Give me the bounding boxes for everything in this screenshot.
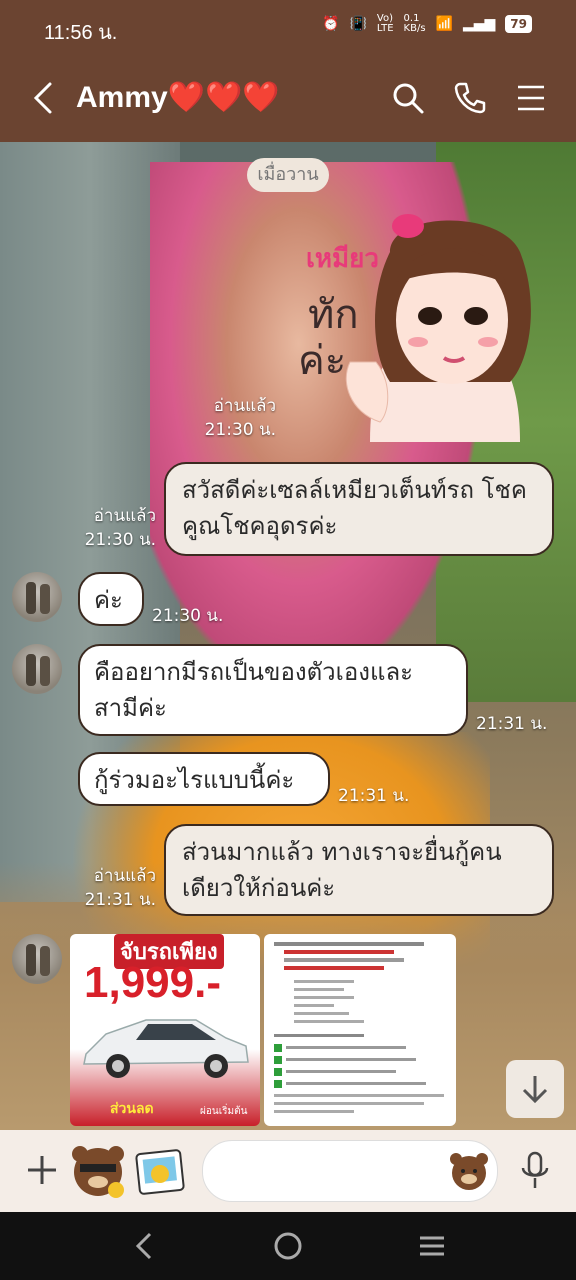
- message-meta: อ่านแล้ว 21:30 น.: [76, 504, 156, 552]
- message-bubble-sent[interactable]: ส่วนมากแล้ว ทางเราจะยื่นกู้คนเดียวให้ก่อ…: [164, 824, 554, 916]
- search-icon[interactable]: [388, 78, 428, 118]
- message-input[interactable]: [202, 1140, 498, 1202]
- vibrate-icon: 📳: [349, 16, 367, 32]
- message-time: 21:31 น.: [84, 890, 156, 910]
- status-bar: 11:56 น. ⏰ 📳 Vo) LTE 0.1 KB/s 📶 ▂▄▆ 79: [0, 0, 576, 56]
- info-text-lines: [274, 942, 444, 1113]
- read-receipt: อ่านแล้ว: [93, 506, 156, 526]
- back-icon[interactable]: [28, 78, 58, 118]
- read-receipt: อ่านแล้ว: [213, 396, 276, 416]
- info-image[interactable]: [264, 934, 456, 1126]
- message-time: 21:31 น.: [476, 714, 548, 734]
- wifi-icon: 📶: [435, 16, 453, 32]
- nav-recents-icon[interactable]: [416, 1230, 448, 1262]
- chat-header: Ammy❤️❤️❤️: [0, 56, 576, 142]
- scroll-down-button[interactable]: [506, 1060, 564, 1118]
- scroll-down-icon: [522, 1076, 548, 1104]
- mic-icon[interactable]: [518, 1150, 552, 1192]
- message-time: 21:31 น.: [338, 786, 410, 806]
- alarm-icon: ⏰: [322, 16, 340, 32]
- system-nav-bar: [0, 1212, 576, 1280]
- photo-sticker-icon[interactable]: [134, 1146, 186, 1198]
- status-icons: ⏰ 📳 Vo) LTE 0.1 KB/s 📶 ▂▄▆ 79: [322, 14, 532, 34]
- nav-back-icon[interactable]: [128, 1230, 160, 1262]
- message-meta: อ่านแล้ว 21:31 น.: [76, 864, 156, 912]
- message-time: 21:30 น.: [204, 420, 276, 440]
- avatar[interactable]: [12, 934, 62, 984]
- message-bubble-received[interactable]: คืออยากมีรถเป็นของตัวเองและสามีค่ะ: [78, 644, 468, 736]
- net-speed: 0.1 KB/s: [403, 13, 426, 34]
- signal-icon: ▂▄▆: [462, 16, 496, 32]
- status-time: 11:56 น.: [44, 22, 118, 44]
- promo-image[interactable]: จับรถเพียง 1,999.- ส่วนลด ผ่อนเริ่มต้น: [70, 934, 260, 1126]
- plus-icon[interactable]: [24, 1152, 60, 1188]
- avatar[interactable]: [12, 644, 62, 694]
- volte-icon: Vo) LTE: [376, 13, 394, 34]
- promo-price: 1,999.-: [84, 958, 221, 1007]
- menu-icon[interactable]: [512, 78, 552, 118]
- message-bubble-received[interactable]: กู้ร่วมอะไรแบบนี้ค่ะ: [78, 752, 330, 806]
- chat-title[interactable]: Ammy❤️❤️❤️: [76, 80, 280, 115]
- read-receipt: อ่านแล้ว: [93, 866, 156, 886]
- battery-indicator: 79: [505, 15, 532, 33]
- promo-footer-left: ส่วนลด: [110, 1101, 154, 1117]
- message-time: 21:30 น.: [84, 530, 156, 550]
- message-time: 21:30 น.: [152, 606, 224, 626]
- message-input-bar: [0, 1130, 576, 1212]
- nav-home-icon[interactable]: [272, 1230, 304, 1262]
- sticker-text-2: ค่ะ: [298, 338, 347, 384]
- message-bubble-sent[interactable]: สวัสดีค่ะเซลล์เหมียวเต็นท์รถ โชคคูณโชคอุ…: [164, 462, 554, 556]
- chat-area[interactable]: เมื่อวาน เหมียว ทัก ค่ะ อ่านแล้ว 21:30 น…: [0, 142, 576, 1130]
- date-separator: เมื่อวาน: [247, 158, 329, 192]
- phone-icon[interactable]: [450, 78, 490, 118]
- brown-sticker-icon[interactable]: [70, 1142, 126, 1200]
- sticker-text-name: เหมียว: [306, 244, 379, 274]
- avatar[interactable]: [12, 572, 62, 622]
- sticker-meta: อ่านแล้ว 21:30 น.: [196, 394, 276, 442]
- promo-footer-right: ผ่อนเริ่มต้น: [200, 1106, 248, 1117]
- message-bubble-received[interactable]: ค่ะ: [78, 572, 144, 626]
- emoji-icon[interactable]: [447, 1149, 491, 1193]
- car-image: [83, 1019, 249, 1078]
